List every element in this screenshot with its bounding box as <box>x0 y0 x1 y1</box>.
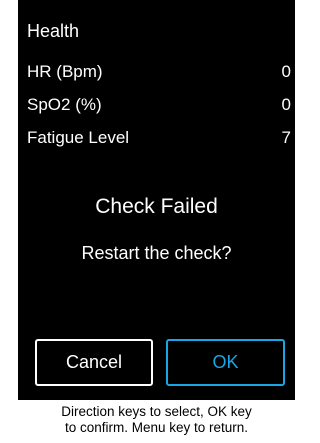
ok-button[interactable]: OK <box>166 339 285 386</box>
metric-label: HR (Bpm) <box>27 62 103 81</box>
cancel-button[interactable]: Cancel <box>35 339 153 386</box>
metric-value: 7 <box>281 128 291 147</box>
metric-row-heart-rate: HR (Bpm) 0 <box>27 61 291 83</box>
help-text-line-2: to confirm. Menu key to return. <box>64 420 249 435</box>
help-bar: Direction keys to select, OK key to conf… <box>18 400 295 443</box>
page-title: Health <box>27 21 80 41</box>
metric-value: 0 <box>281 62 291 81</box>
metric-row-spo2: SpO2 (%) 0 <box>27 94 291 116</box>
dialog-message: Restart the check? <box>81 243 232 263</box>
metric-label: SpO2 (%) <box>27 95 102 114</box>
help-text-line-1: Direction keys to select, OK key <box>61 404 252 419</box>
dialog-title: Check Failed <box>95 195 218 218</box>
metric-label: Fatigue Level <box>27 128 130 147</box>
metric-row-fatigue-level: Fatigue Level 7 <box>27 127 291 149</box>
health-screen: Health HR (Bpm) 0 SpO2 (%) 0 Fatigue Lev… <box>18 0 295 443</box>
metric-value: 0 <box>281 95 291 114</box>
